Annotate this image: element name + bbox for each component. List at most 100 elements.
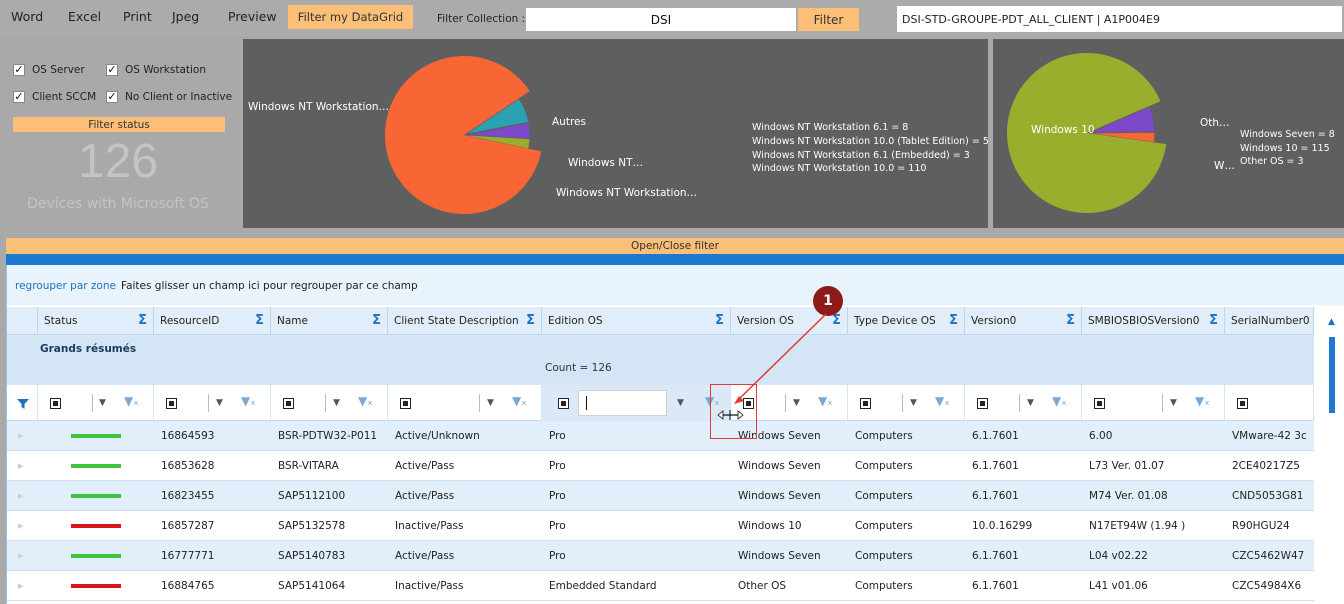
cell-name[interactable]: BSR-VITARA bbox=[271, 451, 388, 481]
cell-serial[interactable]: CZC5462W47 bbox=[1225, 541, 1314, 571]
cell-version-os[interactable]: Other OS bbox=[731, 571, 848, 601]
sigma-icon[interactable]: Σ bbox=[715, 313, 724, 328]
cell-name[interactable]: BSR-PDTW32-P011 bbox=[271, 421, 388, 451]
cell-version-os[interactable]: Windows Seven bbox=[731, 481, 848, 511]
group-by-zone-link[interactable]: regrouper par zone bbox=[15, 280, 116, 292]
filter-operator-icon[interactable] bbox=[860, 398, 871, 409]
cell-bios[interactable]: 6.00 bbox=[1082, 421, 1225, 451]
funnel-icon[interactable] bbox=[16, 397, 30, 411]
filter-cell-name[interactable]: ▼ ▼ₓ bbox=[271, 385, 388, 421]
filter-operator-icon[interactable] bbox=[283, 398, 294, 409]
filter-operator-icon[interactable] bbox=[1094, 398, 1105, 409]
cell-edition[interactable]: Pro bbox=[542, 451, 731, 481]
column-header-smbios[interactable]: SMBIOSBIOSVersion0 Σ bbox=[1082, 307, 1225, 335]
edition-os-filter-input[interactable]: ▼ bbox=[578, 390, 684, 416]
sigma-icon[interactable]: Σ bbox=[1209, 313, 1218, 328]
jpeg-export-button[interactable]: Jpeg bbox=[172, 9, 199, 24]
group-panel[interactable]: regrouper par zone Faites glisser un cha… bbox=[7, 265, 1344, 305]
cell-name[interactable]: SAP5140783 bbox=[271, 541, 388, 571]
cell-name[interactable]: SAP5141064 bbox=[271, 571, 388, 601]
cell-bios[interactable]: N17ET94W (1.94 ) bbox=[1082, 511, 1225, 541]
sigma-icon[interactable]: Σ bbox=[1066, 313, 1075, 328]
cell-version0[interactable]: 6.1.7601 bbox=[965, 571, 1082, 601]
chevron-down-icon[interactable]: ▼ bbox=[99, 398, 106, 408]
filter-operator-icon[interactable] bbox=[1237, 398, 1248, 409]
filter-operator-icon[interactable] bbox=[166, 398, 177, 409]
clear-filter-icon[interactable]: ▼ₓ bbox=[935, 394, 950, 408]
cell-version0[interactable]: 6.1.7601 bbox=[965, 421, 1082, 451]
chevron-down-icon[interactable]: ▼ bbox=[793, 398, 800, 408]
cell-bios[interactable]: L41 v01.06 bbox=[1082, 571, 1225, 601]
vertical-scrollbar[interactable]: ▲ bbox=[1320, 307, 1344, 604]
filter-operator-icon[interactable] bbox=[50, 398, 61, 409]
cell-id[interactable]: 16857287 bbox=[154, 511, 271, 541]
filter-operator-icon[interactable] bbox=[558, 398, 569, 409]
cell-bios[interactable]: M74 Ver. 01.08 bbox=[1082, 481, 1225, 511]
cell-type[interactable]: Computers bbox=[848, 481, 965, 511]
filter-cell-edition-os[interactable]: ▼ ▼ₓ bbox=[542, 385, 731, 421]
cell-version-os[interactable]: Windows 10 bbox=[731, 511, 848, 541]
cell-state[interactable]: Active/Pass bbox=[388, 481, 542, 511]
chevron-down-icon[interactable]: ▼ bbox=[910, 398, 917, 408]
open-close-filter-button[interactable]: Open/Close filter bbox=[6, 238, 1344, 254]
cell-type[interactable]: Computers bbox=[848, 451, 965, 481]
clear-filter-icon[interactable]: ▼ₓ bbox=[818, 394, 833, 408]
cell-id[interactable]: 16823455 bbox=[154, 481, 271, 511]
cell-state[interactable]: Active/Pass bbox=[388, 451, 542, 481]
clear-filter-icon[interactable]: ▼ₓ bbox=[1195, 394, 1210, 408]
scrollbar-thumb[interactable] bbox=[1329, 337, 1335, 413]
sigma-icon[interactable]: Σ bbox=[526, 313, 535, 328]
chevron-down-icon[interactable]: ▼ bbox=[487, 398, 494, 408]
cell-name[interactable]: SAP5112100 bbox=[271, 481, 388, 511]
filter-cell-resourceid[interactable]: ▼ ▼ₓ bbox=[154, 385, 271, 421]
status-cell[interactable] bbox=[38, 571, 154, 601]
cell-serial[interactable]: VMware-42 3c bbox=[1225, 421, 1314, 451]
cell-id[interactable]: 16864593 bbox=[154, 421, 271, 451]
status-cell[interactable] bbox=[38, 511, 154, 541]
cell-edition[interactable]: Pro bbox=[542, 541, 731, 571]
status-cell[interactable] bbox=[38, 481, 154, 511]
column-header-version0[interactable]: Version0 Σ bbox=[965, 307, 1082, 335]
cell-serial[interactable]: CND5053G81 bbox=[1225, 481, 1314, 511]
cell-state[interactable]: Inactive/Pass bbox=[388, 511, 542, 541]
cell-version-os[interactable]: Windows Seven bbox=[731, 451, 848, 481]
cell-type[interactable]: Computers bbox=[848, 571, 965, 601]
clear-filter-icon[interactable]: ▼ₓ bbox=[512, 394, 527, 408]
cell-type[interactable]: Computers bbox=[848, 421, 965, 451]
cell-edition[interactable]: Pro bbox=[542, 421, 731, 451]
column-header-name[interactable]: Name Σ bbox=[271, 307, 388, 335]
table-row[interactable]: ▶ 16884765 SAP5141064 Inactive/Pass Embedded… bbox=[7, 571, 1314, 601]
sigma-icon[interactable]: Σ bbox=[949, 313, 958, 328]
cell-state[interactable]: Inactive/Pass bbox=[388, 571, 542, 601]
cell-state[interactable]: Active/Unknown bbox=[388, 421, 542, 451]
cell-version0[interactable]: 10.0.16299 bbox=[965, 511, 1082, 541]
filter-cell-version0[interactable]: ▼ ▼ₓ bbox=[965, 385, 1082, 421]
clear-filter-icon[interactable]: ▼ₓ bbox=[124, 394, 139, 408]
filter-cell-status[interactable]: ▼ ▼ₓ bbox=[38, 385, 154, 421]
cell-type[interactable]: Computers bbox=[848, 541, 965, 571]
table-row[interactable]: ▶ 16777771 SAP5140783 Active/Pass Pro Windows… bbox=[7, 541, 1314, 571]
sigma-icon[interactable]: Σ bbox=[255, 313, 264, 328]
sigma-icon[interactable]: Σ bbox=[372, 313, 381, 328]
cell-edition[interactable]: Embedded Standard bbox=[542, 571, 731, 601]
chevron-down-icon[interactable]: ▼ bbox=[677, 398, 684, 408]
chevron-down-icon[interactable]: ▼ bbox=[333, 398, 340, 408]
column-header-type-device[interactable]: Type Device OS Σ bbox=[848, 307, 965, 335]
cell-serial[interactable]: CZC54984X6 bbox=[1225, 571, 1314, 601]
excel-export-button[interactable]: Excel bbox=[68, 9, 101, 24]
print-button[interactable]: Print bbox=[123, 9, 152, 24]
cell-id[interactable]: 16777771 bbox=[154, 541, 271, 571]
column-header-resourceid[interactable]: ResourceID Σ bbox=[154, 307, 271, 335]
filter-operator-icon[interactable] bbox=[977, 398, 988, 409]
sigma-icon[interactable]: Σ bbox=[832, 313, 841, 328]
scroll-up-icon[interactable]: ▲ bbox=[1328, 317, 1335, 327]
filter-cell-type-device[interactable]: ▼ ▼ₓ bbox=[848, 385, 965, 421]
chevron-down-icon[interactable]: ▼ bbox=[216, 398, 223, 408]
column-header-status[interactable]: Status Σ bbox=[38, 307, 154, 335]
cell-id[interactable]: 16884765 bbox=[154, 571, 271, 601]
filter-cell-client-state[interactable]: ▼ ▼ₓ bbox=[388, 385, 542, 421]
cell-version0[interactable]: 6.1.7601 bbox=[965, 451, 1082, 481]
filter-status-button[interactable]: Filter status bbox=[13, 117, 225, 132]
os-workstation-checkbox[interactable]: ✓ OS Workstation bbox=[106, 64, 206, 76]
clear-filter-icon[interactable]: ▼ₓ bbox=[358, 394, 373, 408]
